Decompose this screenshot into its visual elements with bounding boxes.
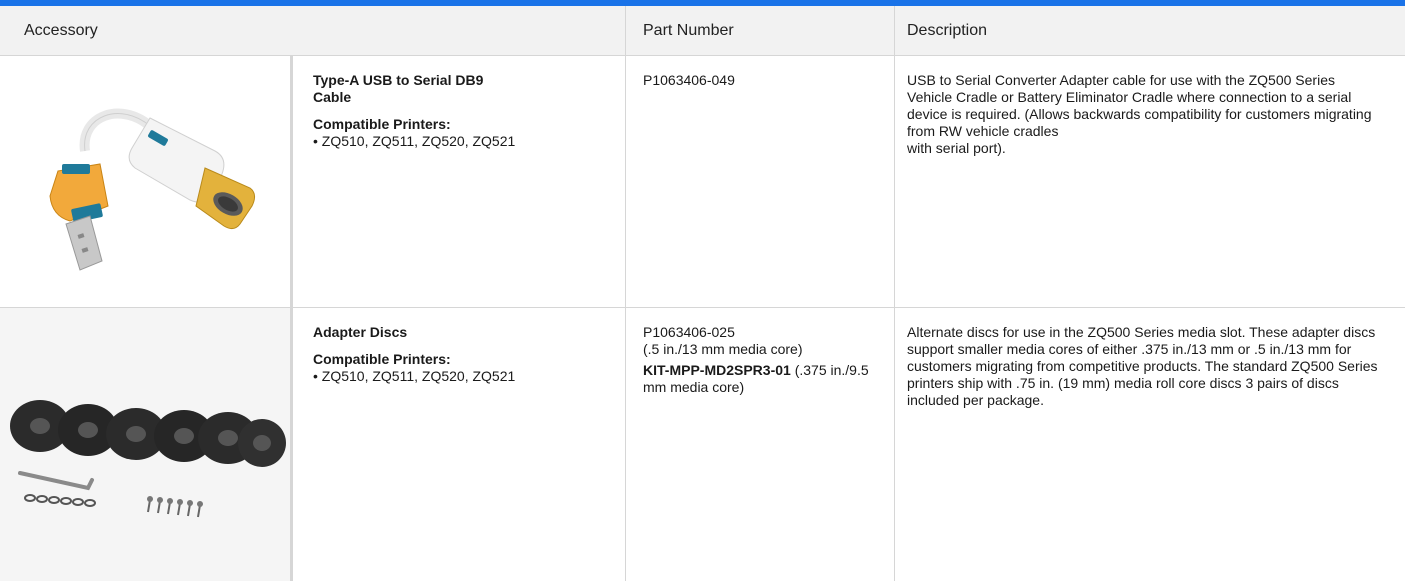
kit-part-number: KIT-MPP-MD2SPR3-01 (.375 in./9.5 mm medi… bbox=[643, 362, 878, 396]
part-number-cell: P1063406-025 (.5 in./13 mm media core) K… bbox=[626, 308, 895, 581]
table-row: Adapter Discs Compatible Printers: • ZQ5… bbox=[0, 308, 1405, 581]
header-description: Description bbox=[907, 21, 988, 39]
description-cell: USB to Serial Converter Adapter cable fo… bbox=[895, 56, 1405, 307]
part-number-note: (.5 in./13 mm media core) bbox=[643, 341, 803, 357]
part-number-cell: P1063406-049 bbox=[626, 56, 895, 307]
usb-serial-cable-image bbox=[0, 56, 293, 307]
product-title: Adapter Discs bbox=[313, 324, 408, 340]
product-cell: Adapter Discs Compatible Printers: • ZQ5… bbox=[293, 308, 626, 581]
table-header: Accessory Part Number Description bbox=[0, 6, 1405, 56]
description-text: Alternate discs for use in the ZQ500 Ser… bbox=[907, 324, 1378, 408]
usb-serial-cable-illustration bbox=[49, 108, 256, 271]
compatible-printers-list: • ZQ510, ZQ511, ZQ520, ZQ521 bbox=[313, 368, 516, 384]
part-number: P1063406-025 bbox=[643, 324, 735, 340]
adapter-discs-image bbox=[0, 308, 293, 581]
part-number: P1063406-049 bbox=[643, 72, 735, 88]
accessories-table: Accessory Part Number Description Type-A… bbox=[0, 6, 1405, 581]
product-title: Type-A USB to Serial DB9 Cable bbox=[313, 72, 484, 105]
description-text: USB to Serial Converter Adapter cable fo… bbox=[907, 72, 1372, 156]
adapter-discs-illustration bbox=[10, 400, 286, 518]
header-part-number: Part Number bbox=[626, 6, 895, 55]
product-cell: Type-A USB to Serial DB9 Cable Compatibl… bbox=[293, 56, 626, 307]
compatible-printers-label: Compatible Printers: bbox=[313, 351, 451, 367]
compatible-printers-list: • ZQ510, ZQ511, ZQ520, ZQ521 bbox=[313, 133, 516, 149]
compatible-printers-label: Compatible Printers: bbox=[313, 116, 451, 132]
table-row: Type-A USB to Serial DB9 Cable Compatibl… bbox=[0, 56, 1405, 308]
description-cell: Alternate discs for use in the ZQ500 Ser… bbox=[895, 308, 1405, 581]
kit-part-number-code: KIT-MPP-MD2SPR3-01 bbox=[643, 362, 791, 378]
header-accessory: Accessory bbox=[0, 6, 626, 55]
